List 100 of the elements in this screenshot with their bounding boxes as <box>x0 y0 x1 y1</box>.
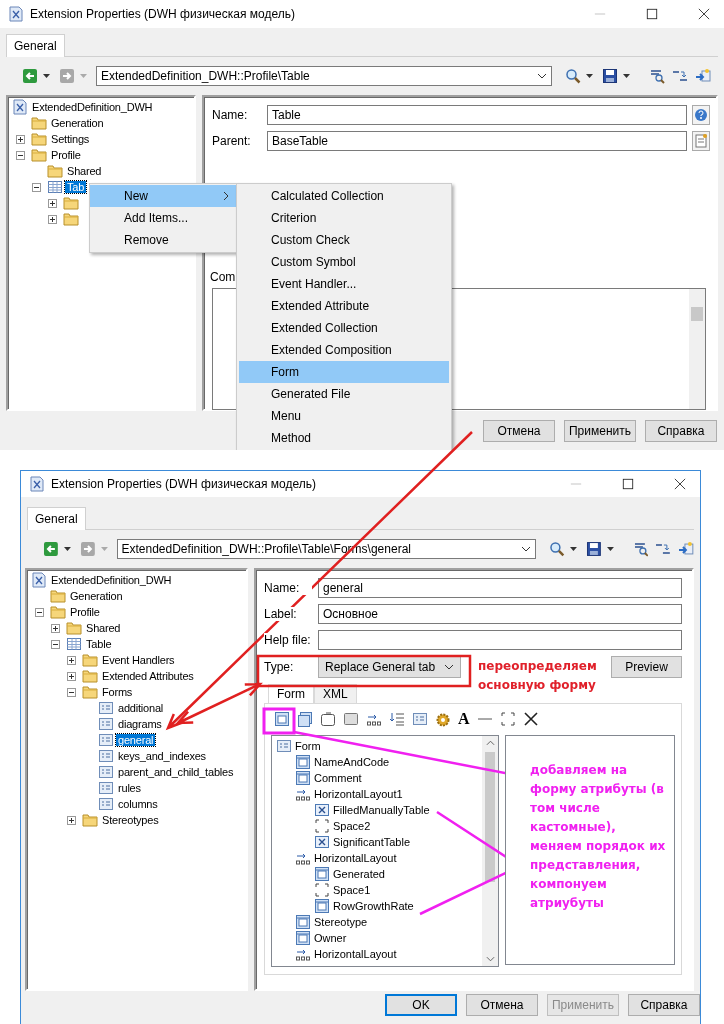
caret-icon[interactable] <box>43 74 50 78</box>
menu-item[interactable]: Form <box>239 361 449 383</box>
menu-item[interactable]: Add Items... <box>90 207 237 229</box>
form-tree-item[interactable]: RowGrowthRate <box>333 900 414 912</box>
tree-item[interactable]: Profile <box>68 606 102 618</box>
tree-item[interactable]: additional <box>116 702 166 714</box>
tab[interactable]: XML <box>314 684 357 703</box>
tree-item[interactable]: keys_and_indexes <box>116 750 208 762</box>
delete-icon[interactable] <box>522 711 539 727</box>
tree-item[interactable]: parent_and_child_tables <box>116 766 236 778</box>
form-tree-item[interactable]: Form <box>295 740 321 752</box>
collapse-icon[interactable] <box>16 150 25 160</box>
menu-item[interactable]: New <box>90 185 237 207</box>
path-combo[interactable]: ExtendedDefinition_DWH::Profile\Table <box>96 66 552 86</box>
tree-item[interactable]: columns <box>116 798 160 810</box>
form-tree-item[interactable]: Space2 <box>333 820 371 832</box>
scrollbar[interactable] <box>482 736 498 966</box>
form-tree-item[interactable]: HorizontalLayout <box>314 852 397 864</box>
windows-icon[interactable] <box>297 711 313 727</box>
maximize-icon[interactable] <box>646 8 658 20</box>
expand-icon[interactable] <box>48 214 57 224</box>
text-field[interactable]: Table <box>267 105 687 125</box>
menu-item[interactable]: Menu <box>239 405 449 427</box>
form-tree-item[interactable]: Space1 <box>333 884 371 896</box>
replace-icon[interactable] <box>655 541 672 557</box>
chevron-icon[interactable] <box>444 664 454 670</box>
replace-icon[interactable] <box>672 68 688 84</box>
caret-icon[interactable] <box>623 74 630 78</box>
back-button[interactable] <box>22 68 38 84</box>
spell-check-icon[interactable] <box>632 541 649 557</box>
collapse-icon[interactable] <box>51 639 60 649</box>
dialog-button[interactable]: Применить <box>564 420 636 442</box>
dashed-frame-icon[interactable] <box>499 711 516 727</box>
form-tree-item[interactable]: Generated <box>333 868 385 880</box>
tree-item[interactable]: Settings <box>49 133 92 145</box>
chevron-icon[interactable] <box>537 73 547 79</box>
tree-item[interactable]: Generation <box>68 590 125 602</box>
scroll-up-icon[interactable] <box>485 740 495 746</box>
form-tree-item[interactable]: HorizontalLayout <box>314 948 397 960</box>
panel-icon[interactable] <box>343 711 359 727</box>
menu-item[interactable]: Remove <box>90 229 237 251</box>
menu-item[interactable]: Extended Attribute <box>239 295 449 317</box>
tree-item[interactable]: Generation <box>49 117 106 129</box>
caret-icon[interactable] <box>569 547 577 551</box>
dialog-button[interactable]: Отмена <box>466 994 538 1016</box>
text-field[interactable]: BaseTable <box>267 131 687 151</box>
expand-icon[interactable] <box>48 198 57 208</box>
form-icon[interactable] <box>412 711 428 727</box>
tree-item[interactable]: diagrams <box>116 718 164 730</box>
form-tree-item[interactable]: HorizontalLayout1 <box>314 788 403 800</box>
menu-item[interactable]: Generated File <box>239 383 449 405</box>
form-tree-item[interactable]: Stereotype <box>314 916 368 928</box>
chevron-icon[interactable] <box>521 546 531 552</box>
maximize-icon[interactable] <box>622 478 634 490</box>
menu-item[interactable]: Criterion <box>239 207 449 229</box>
menu-item[interactable]: Custom Symbol <box>239 251 449 273</box>
form-tree-item[interactable]: Comment <box>314 772 362 784</box>
form-tree-item[interactable]: SignificantTable <box>333 836 411 848</box>
search-icon[interactable] <box>549 541 565 557</box>
tree-item[interactable]: ExtendedDefinition_DWH <box>30 101 155 113</box>
tab[interactable]: General <box>27 507 86 530</box>
menu-item[interactable]: Event Handler... <box>239 273 449 295</box>
expand-icon[interactable] <box>67 671 76 681</box>
tree-item[interactable]: rules <box>116 782 143 794</box>
search-icon[interactable] <box>565 68 581 84</box>
collapse-icon[interactable] <box>67 687 76 697</box>
preview-button[interactable]: Preview <box>611 656 682 678</box>
save-icon[interactable] <box>585 541 602 557</box>
tree-item[interactable]: Extended Attributes <box>100 670 196 682</box>
expand-icon[interactable] <box>67 815 76 825</box>
text-field[interactable]: Основное <box>318 604 682 624</box>
scrollbar[interactable] <box>689 289 705 409</box>
import-icon[interactable] <box>695 68 711 84</box>
tree-item[interactable]: ExtendedDefinition_DWH <box>49 574 174 586</box>
menu-item[interactable]: Extended Collection <box>239 317 449 339</box>
spell-check-icon[interactable] <box>649 68 665 84</box>
collapse-icon[interactable] <box>32 182 41 192</box>
menu-item[interactable]: Calculated Collection <box>239 185 449 207</box>
tree-item[interactable]: Forms <box>100 686 135 698</box>
tree-item[interactable]: Stereotypes <box>100 814 161 826</box>
text-field[interactable] <box>318 630 682 650</box>
import-icon[interactable] <box>678 541 694 557</box>
tree-item[interactable]: general <box>116 734 156 746</box>
tab[interactable]: General <box>6 34 65 57</box>
window-icon[interactable] <box>274 711 290 727</box>
type-dropdown[interactable]: Replace General tab <box>318 656 461 678</box>
tree-item[interactable]: Table <box>84 638 114 650</box>
menu-item[interactable]: Custom Check <box>239 229 449 251</box>
gear-icon[interactable] <box>435 711 451 727</box>
expand-icon[interactable] <box>67 655 76 665</box>
dialog-button[interactable]: Справка <box>645 420 717 442</box>
text-field[interactable]: general <box>318 578 682 598</box>
expand-icon[interactable] <box>51 623 60 633</box>
close-icon[interactable] <box>698 8 710 20</box>
dialog-button[interactable]: OK <box>385 994 457 1016</box>
form-tree-item[interactable]: FilledManuallyTable <box>333 804 430 816</box>
dialog-button[interactable]: Отмена <box>483 420 555 442</box>
menu-item[interactable]: Method <box>239 427 449 449</box>
dialog-button[interactable]: Справка <box>628 994 700 1016</box>
tree-item[interactable]: Shared <box>65 165 104 177</box>
